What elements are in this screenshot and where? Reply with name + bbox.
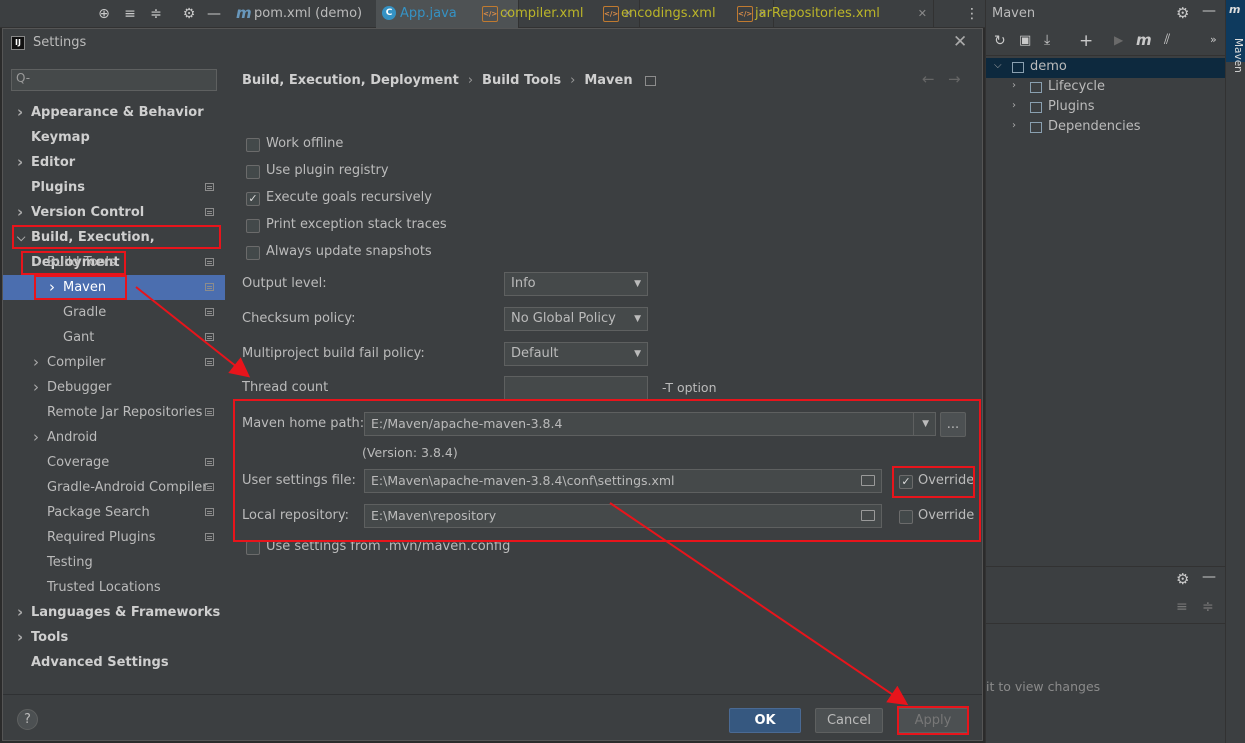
arrow-to-maven-paths bbox=[135, 286, 251, 378]
annotation-arrows bbox=[135, 286, 909, 706]
arrow-to-apply bbox=[609, 502, 909, 706]
